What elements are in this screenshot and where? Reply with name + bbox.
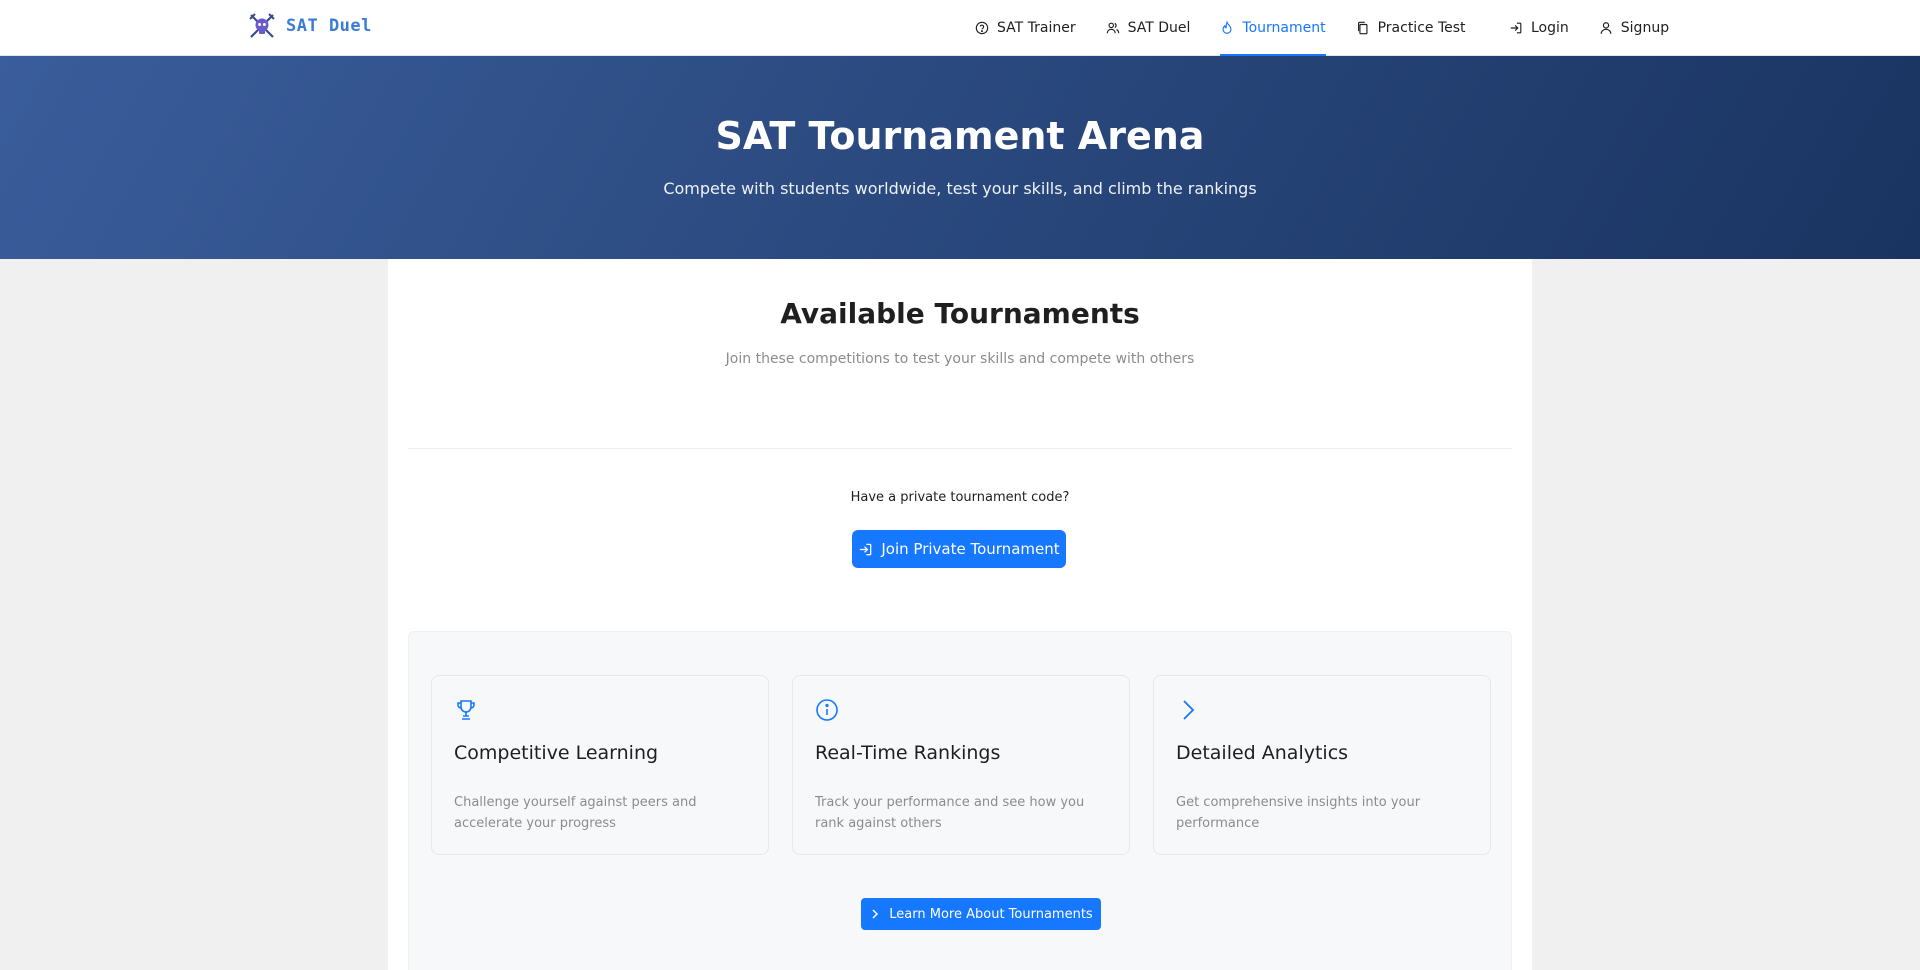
nav-item-label: SAT Trainer: [997, 20, 1076, 36]
hero-banner: SAT Tournament Arena Compete with studen…: [0, 56, 1920, 259]
nav-item-tournament[interactable]: Tournament: [1205, 0, 1340, 56]
nav-item-label: SAT Duel: [1127, 20, 1191, 36]
join-button-label: Join Private Tournament: [881, 540, 1060, 558]
nav-item-label: Tournament: [1242, 20, 1326, 36]
copy-icon: [1357, 21, 1368, 35]
join-private-tournament-button[interactable]: Join Private Tournament: [852, 530, 1066, 568]
feature-card-competitive-learning: Competitive Learning Challenge yourself …: [431, 675, 769, 855]
feature-title: Real-Time Rankings: [815, 742, 1001, 764]
info-circle-icon: [816, 699, 838, 721]
brand-name: SAT Duel: [286, 16, 372, 36]
feature-description: Get comprehensive insights into your per…: [1176, 795, 1421, 831]
hero-subtitle: Compete with students worldwide, test yo…: [663, 179, 1257, 198]
nav-item-sat-trainer[interactable]: SAT Trainer: [960, 0, 1091, 56]
feature-title: Detailed Analytics: [1176, 742, 1349, 764]
signup-label: Signup: [1620, 20, 1670, 36]
divider: [408, 448, 1512, 449]
main-content: Available Tournaments Join these competi…: [388, 259, 1532, 970]
main-menu: SAT Trainer SAT Duel Tournament Practice…: [960, 0, 1481, 56]
features-panel: Competitive Learning Challenge yourself …: [408, 631, 1512, 970]
user-icon: [1600, 22, 1612, 34]
login-link[interactable]: Login: [1494, 0, 1584, 56]
feature-card-real-time-rankings: Real-Time Rankings Track your performanc…: [792, 675, 1130, 855]
nav-item-label: Practice Test: [1377, 20, 1466, 36]
users-icon: [1106, 22, 1119, 34]
login-label: Login: [1531, 20, 1569, 36]
feature-card-detailed-analytics: Detailed Analytics Get comprehensive ins…: [1153, 675, 1491, 855]
login-icon: [860, 543, 872, 555]
fire-icon: [1222, 21, 1232, 34]
nav-item-sat-duel[interactable]: SAT Duel: [1091, 0, 1206, 56]
chevron-right-icon: [1183, 700, 1195, 720]
auth-menu: Login Signup: [1494, 0, 1684, 56]
section-title: Available Tournaments: [780, 297, 1140, 330]
section-subtitle: Join these competitions to test your ski…: [725, 351, 1195, 367]
feature-description: Track your performance and see how you r…: [815, 795, 1085, 831]
learn-more-button[interactable]: Learn More About Tournaments: [861, 898, 1101, 930]
question-circle-icon: [975, 21, 989, 35]
learn-more-label: Learn More About Tournaments: [889, 906, 1093, 922]
brand[interactable]: SAT Duel: [248, 12, 372, 40]
login-icon: [1510, 22, 1522, 34]
crossed-swords-skull-icon: [249, 13, 275, 38]
feature-title: Competitive Learning: [454, 742, 659, 764]
feature-description: Challenge yourself against peers and acc…: [454, 795, 697, 831]
private-code-prompt: Have a private tournament code?: [850, 490, 1070, 505]
signup-link[interactable]: Signup: [1584, 0, 1684, 56]
nav-item-practice-test[interactable]: Practice Test: [1341, 0, 1481, 56]
hero-title: SAT Tournament Arena: [715, 114, 1205, 158]
trophy-icon: [457, 700, 475, 720]
top-navbar: SAT Duel SAT Trainer SAT Duel Tournament…: [0, 0, 1920, 56]
chevron-right-icon: [872, 909, 879, 919]
